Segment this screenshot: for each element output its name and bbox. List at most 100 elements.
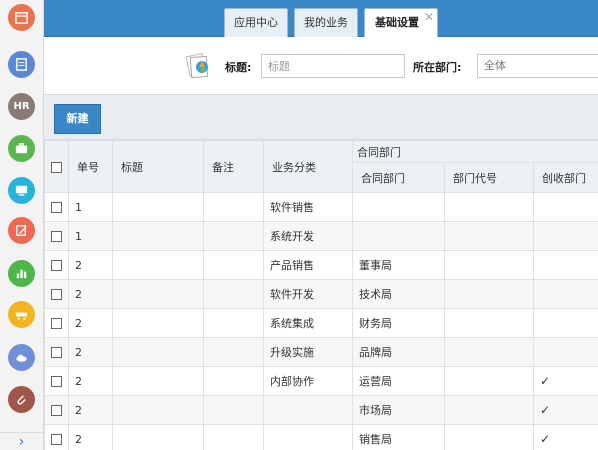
table-row[interactable]: 2 软件开发 技术局: [44, 279, 598, 309]
title-search-input[interactable]: [261, 54, 405, 78]
close-tab-icon[interactable]: ✕: [424, 10, 434, 24]
table-row[interactable]: 2 内部协作 运营局 ✓: [44, 366, 598, 396]
app-logo-icon: [185, 52, 209, 79]
cell-income: [532, 279, 598, 309]
cell-id: 2: [68, 424, 113, 450]
cell-dept: 市场局: [352, 395, 445, 425]
department-select[interactable]: 全体: [477, 54, 598, 78]
table-row[interactable]: 1 软件销售: [44, 192, 598, 222]
tab-label: 基础设置: [375, 16, 419, 29]
row-checkbox-cell: [44, 279, 69, 309]
cell-title: [112, 250, 204, 280]
row-checkbox[interactable]: [51, 434, 62, 445]
hr-icon[interactable]: HR: [8, 93, 35, 120]
tab-app-center[interactable]: 应用中心: [224, 8, 288, 37]
row-checkbox[interactable]: [51, 405, 62, 416]
header-income-dept[interactable]: 创收部门: [532, 162, 598, 193]
cell-income: [532, 250, 598, 280]
row-checkbox-cell: [44, 424, 69, 450]
row-checkbox-cell: [44, 337, 69, 367]
data-grid: 单号 标题 备注 业务分类 合同部门 合同部门 部门代号 创收部门 1 软件销售 1…: [44, 140, 598, 450]
cell-title: [112, 337, 204, 367]
row-checkbox-cell: [44, 192, 69, 222]
sidebar-expand-chevron-icon[interactable]: ›: [0, 432, 43, 450]
attachment-icon[interactable]: [8, 386, 35, 413]
cell-code: [444, 424, 534, 450]
tab-my-business[interactable]: 我的业务: [294, 8, 358, 37]
monitor-icon[interactable]: [8, 177, 35, 204]
row-checkbox[interactable]: [51, 202, 62, 213]
cell-code: [444, 221, 534, 251]
row-checkbox-cell: [44, 308, 69, 338]
tab-bar: 应用中心 我的业务 基础设置 ✕: [44, 0, 598, 37]
cell-id: 2: [68, 250, 113, 280]
table-row[interactable]: 2 产品销售 董事局: [44, 250, 598, 280]
cell-remark: [203, 192, 264, 222]
cell-income: ✓: [532, 395, 598, 425]
new-button-label: 新建: [66, 112, 89, 125]
header-dept-code[interactable]: 部门代号: [444, 162, 534, 193]
cell-code: [444, 337, 534, 367]
cell-dept: [352, 221, 445, 251]
cell-dept: [352, 192, 445, 222]
row-checkbox[interactable]: [51, 260, 62, 271]
cell-title: [112, 192, 204, 222]
row-checkbox[interactable]: [51, 347, 62, 358]
notes-icon[interactable]: [8, 51, 35, 78]
cell-category: 内部协作: [263, 366, 353, 396]
select-all-checkbox[interactable]: [51, 161, 62, 173]
table-row[interactable]: 2 市场局 ✓: [44, 395, 598, 425]
header-remark[interactable]: 备注: [203, 140, 264, 193]
briefcase-icon[interactable]: [8, 135, 35, 162]
new-button[interactable]: 新建: [54, 104, 101, 134]
tab-label: 应用中心: [234, 16, 278, 29]
cell-remark: [203, 337, 264, 367]
cell-id: 1: [68, 221, 113, 251]
header-group-contract-dept: 合同部门: [351, 140, 598, 163]
cell-id: 2: [68, 279, 113, 309]
title-label: 标题:: [225, 61, 252, 74]
calendar-icon[interactable]: [8, 4, 35, 31]
cell-category: 升级实施: [263, 337, 353, 367]
cell-dept: 财务局: [352, 308, 445, 338]
cart-icon[interactable]: [8, 301, 35, 328]
table-row[interactable]: 2 销售局 ✓: [44, 424, 598, 450]
cell-category: [263, 424, 353, 450]
cell-id: 2: [68, 337, 113, 367]
table-row[interactable]: 1 系统开发: [44, 221, 598, 251]
row-checkbox[interactable]: [51, 318, 62, 329]
search-bar: 标题: 所在部门: 全体: [44, 37, 598, 94]
cell-title: [112, 366, 204, 396]
cell-category: 系统开发: [263, 221, 353, 251]
edit-icon[interactable]: [8, 217, 35, 244]
cell-income: [532, 192, 598, 222]
header-category[interactable]: 业务分类: [263, 140, 353, 193]
cell-category: 软件开发: [263, 279, 353, 309]
table-row[interactable]: 2 升级实施 品牌局: [44, 337, 598, 367]
cell-dept: 技术局: [352, 279, 445, 309]
header-title[interactable]: 标题: [112, 140, 204, 193]
row-checkbox-cell: [44, 250, 69, 280]
cell-title: [112, 424, 204, 450]
cell-code: [444, 308, 534, 338]
header-id[interactable]: 单号: [68, 140, 113, 193]
header-dept[interactable]: 合同部门: [352, 162, 445, 193]
app-sidebar: HR ›: [0, 0, 44, 450]
cell-id: 2: [68, 308, 113, 338]
tab-basic-settings[interactable]: 基础设置 ✕: [364, 8, 438, 37]
cell-category: 产品销售: [263, 250, 353, 280]
cell-income: [532, 337, 598, 367]
table-row[interactable]: 2 系统集成 财务局: [44, 308, 598, 338]
cell-id: 2: [68, 395, 113, 425]
cell-income: ✓: [532, 424, 598, 450]
row-checkbox[interactable]: [51, 289, 62, 300]
row-checkbox[interactable]: [51, 231, 62, 242]
row-checkbox[interactable]: [51, 376, 62, 387]
cloud-icon[interactable]: [8, 344, 35, 371]
cell-dept: 运营局: [352, 366, 445, 396]
cell-id: 1: [68, 192, 113, 222]
cell-category: 软件销售: [263, 192, 353, 222]
bar-chart-icon[interactable]: [8, 260, 35, 287]
cell-dept: 销售局: [352, 424, 445, 450]
department-label: 所在部门:: [413, 61, 462, 74]
